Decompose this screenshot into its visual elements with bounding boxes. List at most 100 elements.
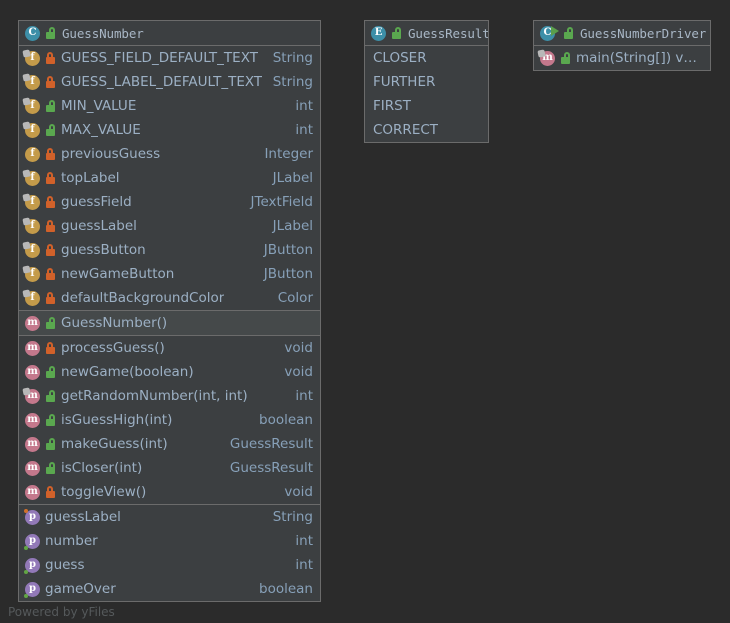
property-row[interactable]: p gameOver boolean xyxy=(19,577,320,601)
padlock-public-icon xyxy=(391,27,402,39)
member-type: String xyxy=(272,509,313,525)
enum-constant-name: CLOSER xyxy=(373,50,427,66)
class-title: GuessNumber xyxy=(62,25,144,41)
padlock-public-icon xyxy=(45,124,56,136)
class-title: GuessNumberDriver xyxy=(580,25,707,41)
field-row[interactable]: f defaultBackgroundColor Color xyxy=(19,286,320,310)
property-row[interactable]: p number int xyxy=(19,529,320,553)
enum-box-guessresult[interactable]: E GuessResult CLOSER FURTHER FIRST CORRECT xyxy=(364,20,489,143)
static-badge-icon xyxy=(22,48,31,58)
enum-constants-section: CLOSER FURTHER FIRST CORRECT xyxy=(365,46,488,142)
property-row[interactable]: p guess int xyxy=(19,553,320,577)
padlock-public-icon xyxy=(563,27,574,39)
field-row[interactable]: f guessLabel JLabel xyxy=(19,214,320,238)
static-field-icon: f xyxy=(22,120,40,138)
method-icon: m xyxy=(25,364,40,380)
class-header-guessnumber[interactable]: C GuessNumber xyxy=(19,21,320,46)
method-row[interactable]: m processGuess() void xyxy=(19,336,320,360)
padlock-public-icon xyxy=(45,390,56,402)
property-icon: p xyxy=(24,508,40,525)
constructors-section: m GuessNumber() xyxy=(19,311,320,336)
field-row[interactable]: f guessButton JButton xyxy=(19,238,320,262)
field-row[interactable]: f GUESS_FIELD_DEFAULT_TEXT String xyxy=(19,46,320,70)
method-row[interactable]: m toggleView() void xyxy=(19,480,320,504)
static-badge-icon xyxy=(22,240,31,250)
static-badge-icon xyxy=(22,168,31,178)
field-row[interactable]: f MAX_VALUE int xyxy=(19,118,320,142)
field-row[interactable]: f previousGuess Integer xyxy=(19,142,320,166)
method-row[interactable]: m newGame(boolean) void xyxy=(19,360,320,384)
member-name: previousGuess xyxy=(61,146,161,162)
property-row[interactable]: p guessLabel String xyxy=(19,505,320,529)
member-name: GUESS_LABEL_DEFAULT_TEXT xyxy=(61,74,263,90)
method-row[interactable]: m isCloser(int) GuessResult xyxy=(19,456,320,480)
field-row[interactable]: f newGameButton JButton xyxy=(19,262,320,286)
member-type: int xyxy=(295,98,313,114)
class-box-guessnumber[interactable]: C GuessNumber f GUESS_FIELD_DEFAULT_TEXT S… xyxy=(18,20,321,602)
methods-section: m processGuess() void m newGame(boolean) void… xyxy=(19,336,320,505)
member-name: topLabel xyxy=(61,170,120,186)
member-type: GuessResult xyxy=(229,436,313,452)
padlock-public-icon xyxy=(45,317,56,329)
field-row[interactable]: f topLabel JLabel xyxy=(19,166,320,190)
static-field-icon: f xyxy=(22,216,40,234)
padlock-private-icon xyxy=(45,220,56,232)
read-marker-icon xyxy=(24,593,28,598)
field-row[interactable]: f guessField JTextField xyxy=(19,190,320,214)
field-row[interactable]: f GUESS_LABEL_DEFAULT_TEXT String xyxy=(19,70,320,94)
padlock-public-icon xyxy=(45,100,56,112)
member-name: isGuessHigh(int) xyxy=(61,412,173,428)
static-field-icon: f xyxy=(22,72,40,90)
enum-constant-name: CORRECT xyxy=(373,122,439,138)
yfiles-watermark: Powered by yFiles xyxy=(8,605,115,619)
class-header-guessnumberdriver[interactable]: C GuessNumberDriver xyxy=(534,21,710,46)
static-field-icon: f xyxy=(22,168,40,186)
static-badge-icon xyxy=(22,288,31,298)
run-arrow-icon xyxy=(551,25,559,36)
member-name: getRandomNumber(int, int) xyxy=(61,388,248,404)
enum-constant-row[interactable]: CORRECT xyxy=(365,118,488,142)
static-method-icon: m xyxy=(22,386,40,404)
enum-constant-row[interactable]: CLOSER xyxy=(365,46,488,70)
padlock-private-icon xyxy=(45,486,56,498)
member-type: void xyxy=(284,484,313,500)
method-icon: m xyxy=(25,340,40,356)
member-type: GuessResult xyxy=(229,460,313,476)
enum-constant-row[interactable]: FURTHER xyxy=(365,70,488,94)
static-badge-icon xyxy=(22,264,31,274)
method-row[interactable]: m main(String[]) void xyxy=(534,46,710,70)
padlock-public-icon xyxy=(45,462,56,474)
method-row[interactable]: m makeGuess(int) GuessResult xyxy=(19,432,320,456)
field-row[interactable]: f MIN_VALUE int xyxy=(19,94,320,118)
member-type: JButton xyxy=(263,266,313,282)
constructor-row[interactable]: m GuessNumber() xyxy=(19,311,320,335)
properties-section: p guessLabel String p number int p guess int p gam… xyxy=(19,505,320,601)
method-icon: m xyxy=(25,315,40,331)
member-name: newGame(boolean) xyxy=(61,364,194,380)
padlock-public-icon xyxy=(45,27,56,39)
method-row[interactable]: m getRandomNumber(int, int) int xyxy=(19,384,320,408)
padlock-public-icon xyxy=(45,438,56,450)
padlock-public-icon xyxy=(560,52,571,64)
member-type: int xyxy=(295,122,313,138)
member-name: guessLabel xyxy=(45,509,121,525)
member-type: void xyxy=(284,364,313,380)
static-badge-icon xyxy=(22,72,31,82)
member-type: JTextField xyxy=(250,194,313,210)
member-type: JLabel xyxy=(272,218,313,234)
static-field-icon: f xyxy=(22,264,40,282)
static-method-icon: m xyxy=(537,48,555,66)
method-row[interactable]: m isGuessHigh(int) boolean xyxy=(19,408,320,432)
padlock-private-icon xyxy=(45,292,56,304)
method-icon: m xyxy=(25,436,40,452)
padlock-private-icon xyxy=(45,244,56,256)
enum-constant-name: FURTHER xyxy=(373,74,436,90)
padlock-private-icon xyxy=(45,52,56,64)
class-box-guessnumberdriver[interactable]: C GuessNumberDriver m main(String[]) void xyxy=(533,20,711,71)
member-name: isCloser(int) xyxy=(61,460,143,476)
member-type: JLabel xyxy=(272,170,313,186)
static-badge-icon xyxy=(22,192,31,202)
enum-header-guessresult[interactable]: E GuessResult xyxy=(365,21,488,46)
member-name: guess xyxy=(45,557,85,573)
enum-constant-row[interactable]: FIRST xyxy=(365,94,488,118)
